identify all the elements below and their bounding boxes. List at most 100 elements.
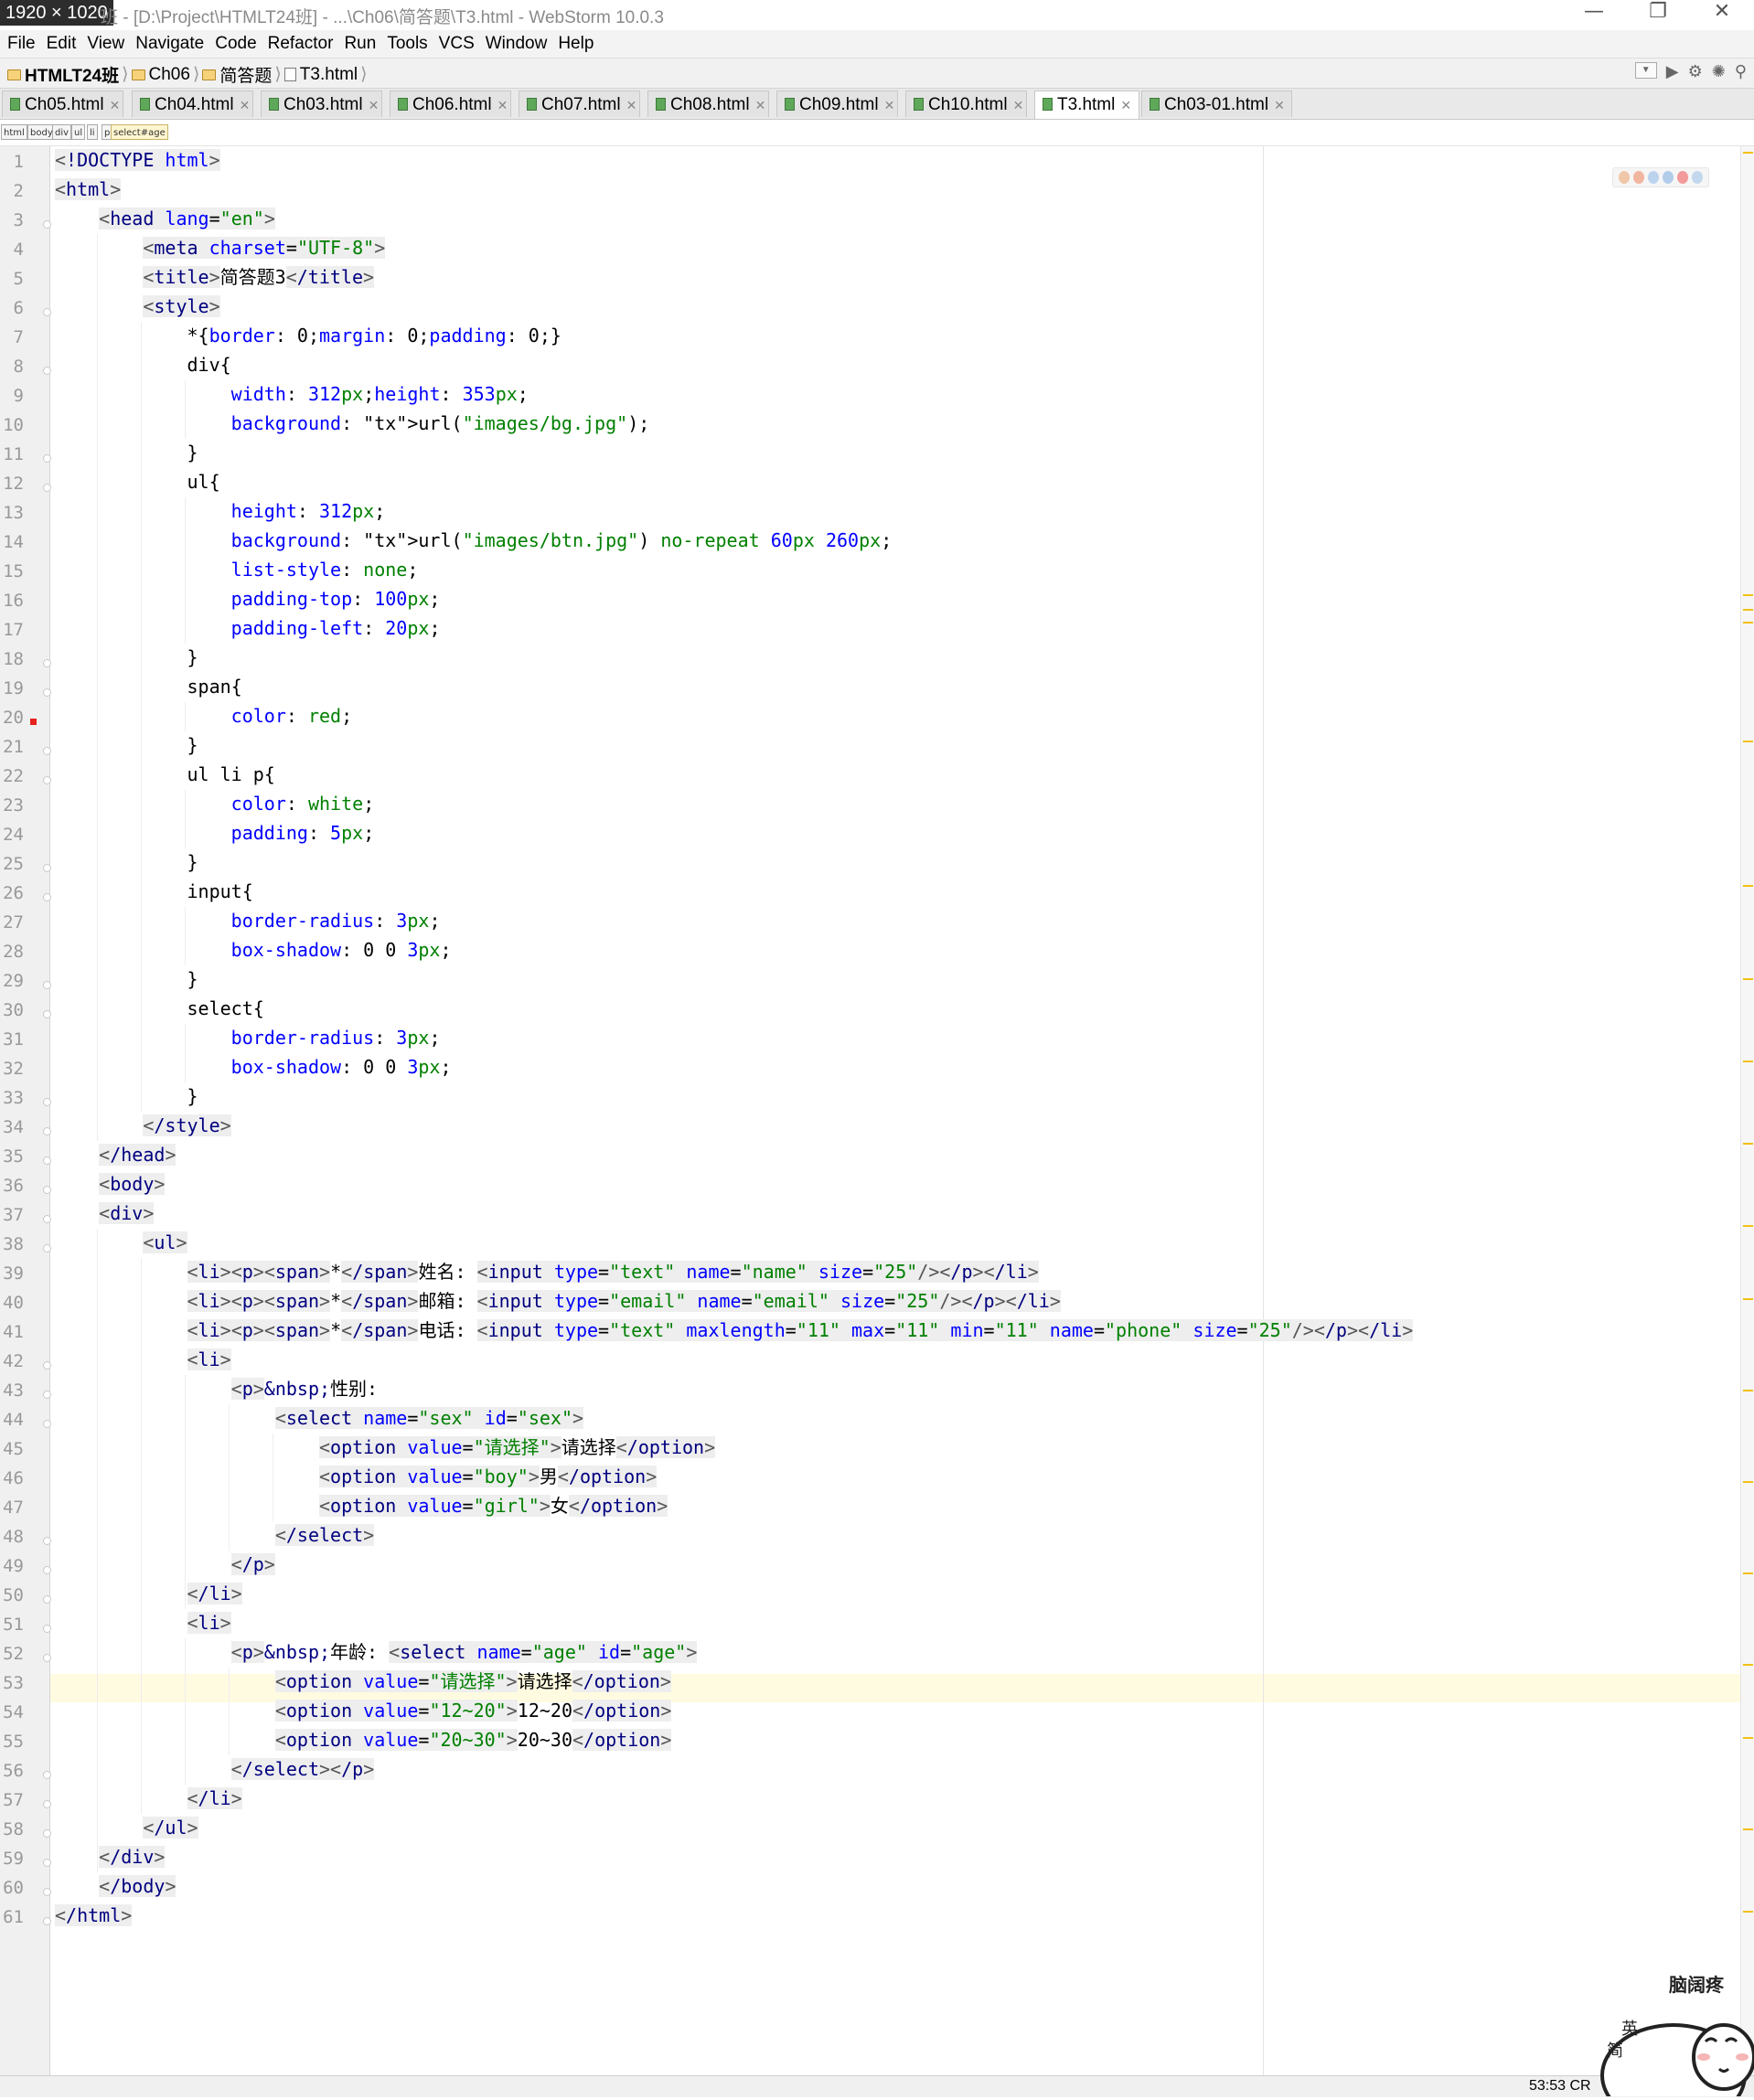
menu-tools[interactable]: Tools: [387, 30, 427, 58]
tab-t3-active[interactable]: T3.html ✕: [1034, 91, 1139, 119]
menu-file[interactable]: File: [7, 30, 36, 58]
line-number-gutter[interactable]: 1 2 3 4 5 6 7 8 9 10 11 12 13 14 15 16 17 18 19 20 21 22 23 24 2…: [0, 146, 51, 2075]
error-stripe[interactable]: [1740, 146, 1754, 2075]
tag-crumb[interactable]: ul: [71, 124, 86, 140]
tag-crumb[interactable]: li: [87, 124, 98, 140]
code-line[interactable]: div{: [55, 351, 230, 379]
code-line[interactable]: *{border: 0;margin: 0;padding: 0;}: [55, 322, 561, 350]
line-number[interactable]: 25: [0, 854, 24, 874]
code-line[interactable]: <p>&nbsp;年龄: <select name="age" id="age"…: [55, 1638, 698, 1667]
code-line[interactable]: </html>: [55, 1902, 133, 1930]
fold-marker-icon[interactable]: [43, 747, 51, 755]
line-number[interactable]: 46: [0, 1468, 24, 1488]
line-number[interactable]: 2: [0, 181, 24, 201]
code-line[interactable]: <select name="sex" id="sex">: [55, 1404, 584, 1433]
code-line[interactable]: box-shadow: 0 0 3px;: [55, 936, 452, 965]
chrome-icon[interactable]: [1619, 171, 1630, 184]
breadcrumb-folder-jiandati[interactable]: 简答题: [219, 62, 272, 87]
line-number[interactable]: 19: [0, 678, 24, 698]
fold-marker-icon[interactable]: [43, 1829, 51, 1838]
line-number[interactable]: 27: [0, 912, 24, 933]
fold-marker-icon[interactable]: [43, 1420, 51, 1428]
fold-marker-icon[interactable]: [43, 1888, 51, 1896]
fold-marker-icon[interactable]: [43, 1537, 51, 1545]
line-number[interactable]: 31: [0, 1029, 24, 1050]
fold-marker-icon[interactable]: [43, 1771, 51, 1779]
warning-marker[interactable]: [1743, 1664, 1753, 1666]
code-line[interactable]: width: 312px;height: 353px;: [55, 380, 529, 409]
code-line[interactable]: span{: [55, 673, 241, 701]
menu-refactor[interactable]: Refactor: [268, 30, 334, 58]
line-number[interactable]: 6: [0, 298, 24, 318]
warning-marker[interactable]: [1743, 1737, 1753, 1739]
fold-marker-icon[interactable]: [43, 1361, 51, 1370]
fold-marker-icon[interactable]: [43, 893, 51, 901]
code-line[interactable]: <option value="20~30">20~30</option>: [55, 1726, 672, 1754]
code-line[interactable]: ul li p{: [55, 761, 274, 789]
line-number[interactable]: 29: [0, 971, 24, 991]
code-line[interactable]: <body>: [55, 1170, 166, 1199]
line-number[interactable]: 15: [0, 561, 24, 581]
line-number[interactable]: 34: [0, 1117, 24, 1137]
fold-marker-icon[interactable]: [43, 1127, 51, 1135]
breakpoint-marker-icon[interactable]: [30, 719, 37, 725]
ie-icon[interactable]: [1663, 171, 1674, 184]
tab-ch04[interactable]: Ch04.html ✕: [132, 91, 253, 117]
tab-ch05[interactable]: Ch05.html ✕: [2, 91, 123, 117]
line-number[interactable]: 18: [0, 649, 24, 669]
fold-marker-icon[interactable]: [43, 981, 51, 989]
code-line[interactable]: color: white;: [55, 790, 375, 818]
line-number[interactable]: 59: [0, 1849, 24, 1869]
line-number[interactable]: 38: [0, 1234, 24, 1254]
code-line[interactable]: <li><p><span>*</span>电话: <input type="te…: [55, 1316, 1414, 1345]
line-number[interactable]: 37: [0, 1205, 24, 1225]
fold-marker-icon[interactable]: [43, 1098, 51, 1106]
close-tab-icon[interactable]: ✕: [1120, 98, 1131, 112]
warning-marker[interactable]: [1743, 594, 1753, 596]
code-line[interactable]: padding-top: 100px;: [55, 585, 441, 613]
line-number[interactable]: 50: [0, 1585, 24, 1605]
warning-marker[interactable]: [1743, 978, 1753, 980]
code-line[interactable]: <html>: [55, 176, 122, 204]
line-number[interactable]: 54: [0, 1702, 24, 1722]
tab-ch07[interactable]: Ch07.html ✕: [519, 91, 640, 117]
line-number[interactable]: 51: [0, 1615, 24, 1635]
safari-icon[interactable]: [1648, 171, 1659, 184]
code-line[interactable]: <!DOCTYPE html>: [55, 146, 220, 175]
line-number[interactable]: 17: [0, 620, 24, 640]
line-number[interactable]: 20: [0, 708, 24, 728]
tab-ch08[interactable]: Ch08.html ✕: [647, 91, 769, 117]
line-number[interactable]: 47: [0, 1498, 24, 1518]
code-line[interactable]: </li>: [55, 1580, 242, 1608]
breadcrumb-project[interactable]: HTMLT24班: [25, 62, 119, 87]
restore-icon[interactable]: ❐: [1626, 0, 1690, 30]
search-icon[interactable]: ⚲: [1735, 62, 1747, 81]
fold-marker-icon[interactable]: [43, 1010, 51, 1018]
fold-marker-icon[interactable]: [43, 308, 51, 316]
minimize-icon[interactable]: —: [1562, 0, 1626, 30]
fold-marker-icon[interactable]: [43, 1244, 51, 1253]
warning-marker[interactable]: [1743, 1911, 1753, 1913]
line-number[interactable]: 4: [0, 240, 24, 260]
line-number[interactable]: 36: [0, 1176, 24, 1196]
warning-marker[interactable]: [1743, 1061, 1753, 1062]
warning-marker[interactable]: [1743, 622, 1753, 624]
menu-edit[interactable]: Edit: [47, 30, 77, 58]
line-number[interactable]: 40: [0, 1293, 24, 1313]
code-line[interactable]: <option value="girl">女</option>: [55, 1492, 668, 1520]
edge-icon[interactable]: [1692, 171, 1703, 184]
line-number[interactable]: 11: [0, 444, 24, 464]
line-number[interactable]: 10: [0, 415, 24, 435]
code-line[interactable]: list-style: none;: [55, 556, 419, 584]
debug-icon[interactable]: ⚙: [1688, 62, 1703, 81]
line-number[interactable]: 44: [0, 1410, 24, 1430]
line-number[interactable]: 35: [0, 1146, 24, 1167]
fold-marker-icon[interactable]: [43, 220, 51, 229]
code-line[interactable]: </div>: [55, 1843, 166, 1871]
fold-marker-icon[interactable]: [43, 776, 51, 784]
tab-ch03[interactable]: Ch03.html ✕: [261, 91, 382, 117]
tab-ch06[interactable]: Ch06.html ✕: [390, 91, 511, 117]
code-line[interactable]: color: red;: [55, 702, 352, 730]
code-line[interactable]: }: [55, 731, 198, 760]
code-line[interactable]: <li>: [55, 1346, 231, 1374]
